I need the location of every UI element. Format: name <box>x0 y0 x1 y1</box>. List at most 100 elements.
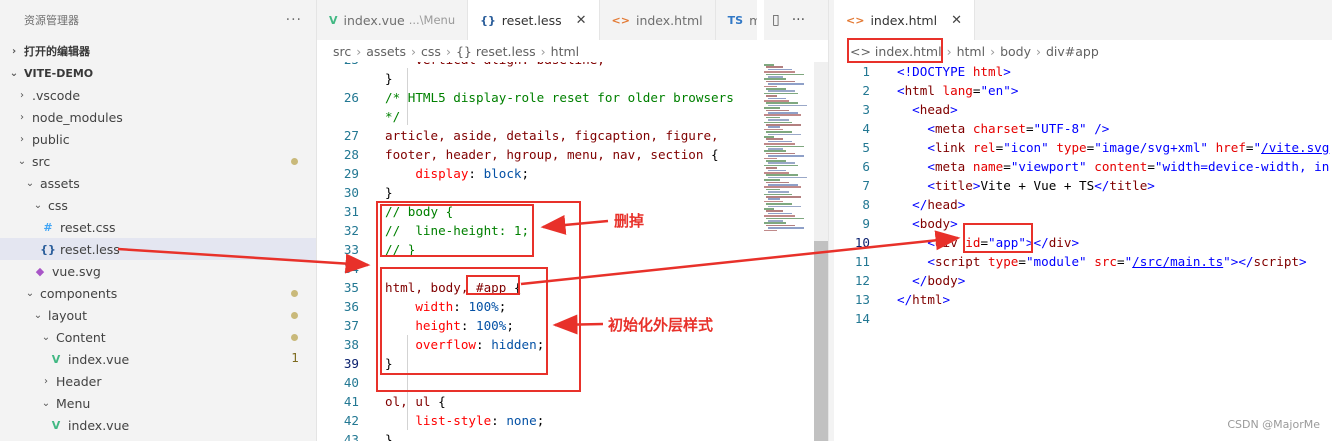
editor-tab[interactable]: <> index.html ✕ <box>834 0 975 40</box>
tree-item[interactable]: ⌄ src <box>0 150 316 172</box>
code-line[interactable]: 30} <box>317 183 393 202</box>
indent-guide <box>407 68 408 125</box>
chevron-right-icon: › <box>20 89 24 101</box>
tree-item[interactable]: › public <box>0 128 316 150</box>
code-line[interactable]: 2 <html lang="en"> <box>834 81 1018 100</box>
minimap-line <box>766 88 786 90</box>
breadcrumb-item[interactable]: html <box>551 44 579 59</box>
tree-item-label: layout <box>48 307 88 323</box>
minimap-line <box>764 136 774 138</box>
tree-item[interactable]: › Header <box>0 370 316 392</box>
code-line[interactable]: 3 <head> <box>834 100 957 119</box>
left-scrollbar-thumb[interactable] <box>814 241 828 441</box>
code-line[interactable]: 27 article, aside, details, figcaption, f… <box>317 126 719 145</box>
code-line[interactable]: 29 display: block; <box>317 164 529 183</box>
tree-item[interactable]: # reset.css <box>0 216 316 238</box>
tree-item[interactable]: › .vscode <box>0 84 316 106</box>
editor-tab[interactable]: TS mai <box>716 0 757 40</box>
code-line[interactable]: 8 </head> <box>834 195 965 214</box>
rule-highlight-box <box>380 267 548 375</box>
split-editor-icon[interactable]: ▯ <box>772 12 780 28</box>
editor-tab[interactable]: Vindex.vue ...\Menu <box>317 0 469 40</box>
code-line[interactable]: } <box>317 69 393 88</box>
code-line[interactable]: 34 <box>317 259 385 278</box>
code-line[interactable]: 25 vertical-align: baseline; <box>317 62 605 69</box>
tree-item[interactable]: ⌄ assets <box>0 172 316 194</box>
breadcrumb-item[interactable]: assets <box>366 44 406 59</box>
line-number: 10 <box>854 235 870 250</box>
code-line[interactable]: 7 <title>Vite + Vue + TS</title> <box>834 176 1154 195</box>
minimap-line <box>766 160 786 162</box>
left-breadcrumb: src › assets › css › {} reset.less › html <box>317 40 827 62</box>
code-line[interactable]: 43} <box>317 430 393 441</box>
breadcrumb-item[interactable]: body <box>1000 44 1031 59</box>
breadcrumb-item[interactable]: div#app <box>1046 44 1099 59</box>
code-line[interactable]: 28 footer, header, hgroup, menu, nav, sec… <box>317 145 719 164</box>
tree-item[interactable]: ⌄ Menu <box>0 392 316 414</box>
tree-item[interactable]: ◆ vue.svg <box>0 260 316 282</box>
code-line[interactable]: 6 <meta name="viewport" content="width=d… <box>834 157 1329 176</box>
code-line[interactable]: 11 <script type="module" src="/src/main.… <box>834 252 1307 271</box>
minimap[interactable] <box>762 62 814 441</box>
code-line[interactable]: 13 </html> <box>834 290 950 309</box>
editor-tab[interactable]: <> index.html <box>600 0 716 40</box>
code-line[interactable]: 5 <link rel="icon" type="image/svg+xml" … <box>834 138 1329 157</box>
code-line[interactable]: 1 <!DOCTYPE html> <box>834 62 1010 81</box>
tree-item[interactable]: Vindex.vue 1 <box>0 348 316 370</box>
minimap-line <box>768 90 795 92</box>
breadcrumb-item[interactable]: {} reset.less <box>456 44 536 59</box>
right-code-editor[interactable]: 1 <!DOCTYPE html> 2 <html lang="en"> 3 <head… <box>834 62 1332 441</box>
code-text: } <box>385 432 393 441</box>
open-editors-section[interactable]: › 打开的编辑器 <box>0 40 316 62</box>
code-line[interactable]: 40 <box>317 373 385 392</box>
more-actions-icon[interactable]: ··· <box>792 12 805 28</box>
tree-item[interactable]: › node_modules <box>0 106 316 128</box>
code-line[interactable]: 14 <box>834 309 897 328</box>
code-line[interactable]: 42 list-style: none; <box>317 411 544 430</box>
line-number: 2 <box>862 83 870 98</box>
code-line[interactable]: 41 ol, ul { <box>317 392 446 411</box>
chevron-down-icon: ⌄ <box>17 155 27 167</box>
close-icon[interactable]: ✕ <box>576 13 587 28</box>
editor-tab[interactable]: {} reset.less ✕ <box>468 0 600 40</box>
tree-item[interactable]: Vindex.vue <box>0 414 316 436</box>
breadcrumb-item[interactable]: src <box>333 44 351 59</box>
file-type-icon: V <box>329 13 338 27</box>
tree-item[interactable]: ⌄ css <box>0 194 316 216</box>
file-type-icon: <> <box>846 13 865 27</box>
breadcrumb-item[interactable]: html <box>957 44 985 59</box>
breadcrumb-item[interactable]: css <box>421 44 441 59</box>
tree-item[interactable]: ⌄ components <box>0 282 316 304</box>
minimap-line <box>766 196 801 198</box>
code-text: vertical-align: baseline; <box>385 62 605 69</box>
html-breadcrumb-highlight-box <box>847 38 943 63</box>
tree-item-label: vue.svg <box>52 263 101 279</box>
code-line[interactable]: 26 /* HTML5 display-role reset for older … <box>317 88 734 107</box>
code-line[interactable]: 12 </body> <box>834 271 965 290</box>
line-number: 37 <box>343 318 359 333</box>
chevron-right-icon: › <box>990 43 996 59</box>
chevron-down-icon: ⌄ <box>25 287 35 299</box>
close-icon[interactable]: ✕ <box>951 13 962 28</box>
code-text: <link rel="icon" type="image/svg+xml" hr… <box>927 140 1330 155</box>
code-line[interactable]: 4 <meta charset="UTF-8" /> <box>834 119 1109 138</box>
minimap-line <box>764 193 792 196</box>
minimap-line <box>764 114 801 116</box>
code-line[interactable]: 9 <body> <box>834 214 957 233</box>
modified-dot-icon <box>291 312 298 319</box>
more-actions-icon[interactable]: ··· <box>286 12 302 28</box>
chevron-right-icon: › <box>44 375 48 387</box>
tree-item[interactable]: ⌄ layout <box>0 304 316 326</box>
minimap-line <box>764 85 777 88</box>
tree-item[interactable]: {} reset.less <box>0 238 316 260</box>
app-id-highlight-box <box>963 223 1033 253</box>
code-line[interactable]: 10 <div id="app"></div> <box>834 233 1079 252</box>
project-section[interactable]: ⌄ VITE-DEMO <box>0 62 316 84</box>
minimap-line <box>764 71 795 73</box>
line-number: 33 <box>343 242 359 257</box>
code-text: list-style: none; <box>415 413 545 428</box>
minimap-line <box>764 179 780 181</box>
code-line[interactable]: */ <box>317 107 400 126</box>
minimap-line <box>768 148 783 150</box>
tree-item[interactable]: ⌄ Content <box>0 326 316 348</box>
